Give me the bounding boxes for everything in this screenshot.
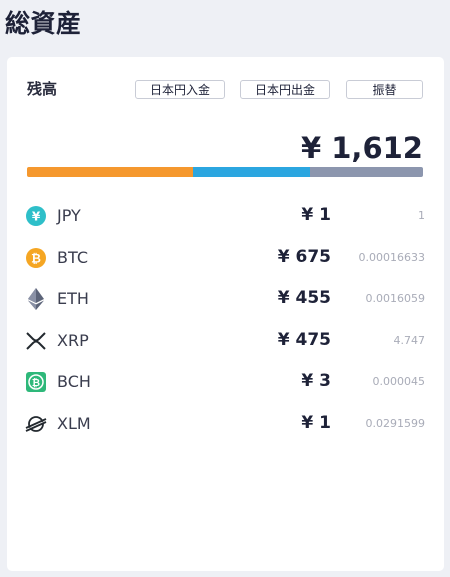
asset-amount: 1 xyxy=(418,209,425,222)
asset-row-bch[interactable]: ₿ BCH ¥ 3 0.000045 xyxy=(25,361,425,403)
svg-text:₿: ₿ xyxy=(32,377,40,389)
asset-row-xlm[interactable]: XLM ¥ 1 0.0291599 xyxy=(25,403,425,445)
svg-text:₿: ₿ xyxy=(31,251,41,265)
jpy-withdraw-button[interactable]: 日本円出金 xyxy=(240,80,330,99)
allocation-segment xyxy=(27,167,194,177)
eth-icon xyxy=(25,288,47,311)
balance-label: 残高 xyxy=(27,80,58,98)
asset-amount: 0.0291599 xyxy=(365,416,426,430)
asset-list: ¥ JPY ¥ 1 1 ₿ BTC ¥ 675 0.00016633 ETH ¥ 455 0.001… xyxy=(25,195,425,445)
btc-icon: ₿ xyxy=(25,247,47,269)
asset-row-eth[interactable]: ETH ¥ 455 0.0016059 xyxy=(25,278,425,320)
jpy-deposit-button[interactable]: 日本円入金 xyxy=(135,80,225,99)
asset-symbol: ETH xyxy=(57,289,89,309)
jpy-icon: ¥ xyxy=(25,205,47,227)
bch-icon: ₿ xyxy=(25,371,47,393)
total-balance: ¥ 1,612 xyxy=(300,131,423,165)
asset-symbol: BCH xyxy=(57,372,91,392)
balance-card: 残高 日本円入金 日本円出金 振替 ¥ 1,612 ¥ JPY ¥ 1 1 ₿ BTC ¥ … xyxy=(7,57,444,571)
asset-amount: 0.0016059 xyxy=(365,292,426,306)
asset-symbol: XRP xyxy=(57,330,89,350)
asset-jpy-value: ¥ 1 xyxy=(301,412,331,433)
asset-row-jpy[interactable]: ¥ JPY ¥ 1 1 xyxy=(25,195,425,237)
asset-row-btc[interactable]: ₿ BTC ¥ 675 0.00016633 xyxy=(25,237,425,279)
asset-symbol: BTC xyxy=(57,247,88,267)
xrp-icon xyxy=(25,330,47,352)
asset-jpy-value: ¥ 675 xyxy=(277,246,331,267)
asset-symbol: JPY xyxy=(57,206,81,225)
allocation-bar xyxy=(27,167,423,177)
asset-row-xrp[interactable]: XRP ¥ 475 4.747 xyxy=(25,320,425,362)
asset-jpy-value: ¥ 3 xyxy=(301,371,331,392)
asset-amount: 0.000045 xyxy=(372,375,426,389)
xlm-icon xyxy=(25,413,47,435)
asset-jpy-value: ¥ 455 xyxy=(277,288,331,309)
transfer-button[interactable]: 振替 xyxy=(346,80,423,99)
asset-amount: 0.00016633 xyxy=(358,250,425,264)
page-title: 総資産 xyxy=(5,9,82,38)
asset-jpy-value: ¥ 475 xyxy=(277,329,331,350)
asset-jpy-value: ¥ 1 xyxy=(301,205,331,225)
allocation-segment xyxy=(193,167,311,177)
asset-amount: 4.747 xyxy=(393,333,426,347)
svg-text:¥: ¥ xyxy=(32,210,41,224)
asset-symbol: XLM xyxy=(57,413,91,433)
allocation-segment xyxy=(310,167,423,177)
